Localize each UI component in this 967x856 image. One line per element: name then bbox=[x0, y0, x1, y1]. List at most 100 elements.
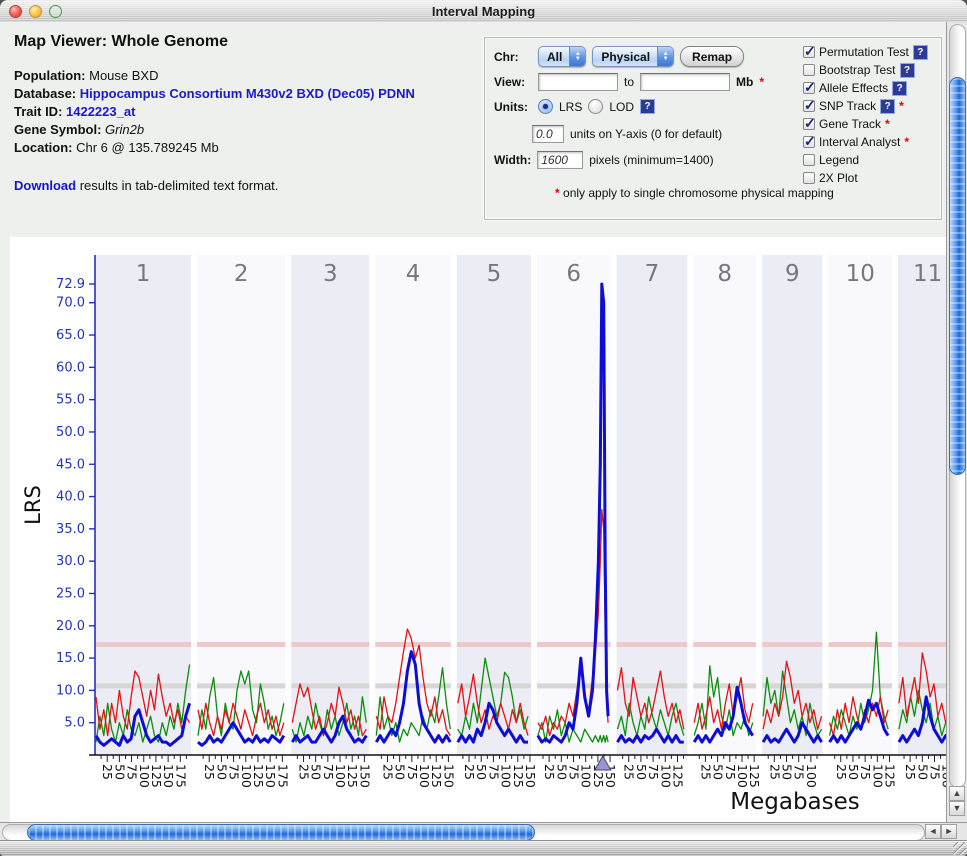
unchecked-checkbox-icon[interactable] bbox=[803, 64, 815, 76]
checkbox-snp-track[interactable]: SNP Track? * bbox=[803, 97, 928, 115]
remap-button[interactable]: Remap bbox=[680, 46, 744, 67]
units-label: Units: bbox=[494, 100, 532, 114]
view-from-input[interactable] bbox=[538, 73, 618, 91]
units-radio-lod[interactable] bbox=[588, 99, 603, 114]
x-axis-tick-label: 100 bbox=[804, 764, 819, 788]
yaxis-units-input[interactable] bbox=[532, 125, 564, 143]
chromosome-number: 6 bbox=[566, 261, 581, 287]
checkbox-label: SNP Track bbox=[819, 99, 876, 113]
width-input[interactable] bbox=[537, 151, 583, 169]
single-chr-star: * bbox=[899, 99, 904, 113]
header-fields: Population: Mouse BXDDatabase: Hippocamp… bbox=[14, 67, 474, 157]
unchecked-checkbox-icon[interactable] bbox=[803, 172, 815, 184]
checkbox-permutation-test[interactable]: Permutation Test? bbox=[803, 43, 928, 61]
single-chr-star: * bbox=[885, 117, 890, 131]
scroll-down-arrow-icon[interactable]: ▼ bbox=[949, 801, 965, 816]
chromosome-band bbox=[197, 255, 285, 755]
y-axis-tick-label: 55.0 bbox=[56, 393, 85, 408]
title-bar[interactable]: Interval Mapping bbox=[0, 0, 967, 23]
close-button-icon[interactable] bbox=[9, 5, 22, 18]
checkbox-label: Gene Track bbox=[819, 117, 881, 131]
mapping-select[interactable]: Physical ▲▼ bbox=[592, 46, 674, 67]
chromosome-number: 9 bbox=[785, 261, 800, 287]
checkbox-bootstrap-test[interactable]: Bootstrap Test? bbox=[803, 61, 928, 79]
download-rest: results in tab-delimited text format. bbox=[76, 178, 278, 193]
chromosome-number: 5 bbox=[487, 261, 502, 287]
suggestive-threshold-band bbox=[829, 683, 892, 688]
suggestive-threshold-band bbox=[537, 683, 611, 688]
vertical-scrollbar-thumb[interactable] bbox=[949, 77, 966, 475]
significant-threshold-band bbox=[457, 642, 531, 647]
chromosome-band bbox=[457, 255, 531, 755]
help-icon[interactable]: ? bbox=[880, 99, 895, 114]
checked-checkbox-icon[interactable] bbox=[803, 136, 815, 148]
chromosome-band bbox=[375, 255, 451, 755]
chromosome-band bbox=[829, 255, 892, 755]
checkbox-2x-plot[interactable]: 2X Plot bbox=[803, 169, 928, 187]
resize-grip[interactable] bbox=[953, 842, 966, 855]
significant-threshold-band bbox=[617, 642, 688, 647]
header-field-value: Chr 6 @ 135.789245 Mb bbox=[76, 140, 219, 155]
help-icon[interactable]: ? bbox=[640, 99, 655, 114]
header-field: Database: Hippocampus Consortium M430v2 … bbox=[14, 85, 474, 103]
checkbox-label: Interval Analyst bbox=[819, 135, 900, 149]
chromosome-band bbox=[898, 255, 946, 755]
header-field-value-link[interactable]: Hippocampus Consortium M430v2 BXD (Dec05… bbox=[80, 86, 415, 101]
yaxis-units-hint: units on Y-axis (0 for default) bbox=[570, 127, 722, 141]
scroll-up-arrow-icon[interactable]: ▲ bbox=[949, 786, 965, 801]
chr-select[interactable]: All ▲▼ bbox=[538, 46, 586, 67]
view-to-input[interactable] bbox=[640, 73, 730, 91]
header-field: Location: Chr 6 @ 135.789245 Mb bbox=[14, 139, 474, 157]
unchecked-checkbox-icon[interactable] bbox=[803, 154, 815, 166]
window-title: Interval Mapping bbox=[0, 4, 967, 19]
checkbox-allele-effects[interactable]: Allele Effects? bbox=[803, 79, 928, 97]
vertical-scrollbar[interactable]: ▲ ▼ bbox=[946, 22, 967, 822]
app-window: Interval Mapping Map Viewer: Whole Genom… bbox=[0, 0, 967, 856]
header-field-label: Location: bbox=[14, 140, 76, 155]
chromosome-number: 11 bbox=[913, 261, 942, 287]
y-axis-tick-label: 65.0 bbox=[56, 328, 85, 343]
checkbox-gene-track[interactable]: Gene Track * bbox=[803, 115, 928, 133]
chromosome-number: 3 bbox=[323, 261, 338, 287]
minimize-button-icon[interactable] bbox=[29, 5, 42, 18]
vertical-scrollbar-track[interactable] bbox=[949, 24, 966, 788]
units-radio-lrs[interactable] bbox=[538, 99, 553, 114]
trait-location-marker-icon bbox=[595, 756, 611, 770]
checked-checkbox-icon[interactable] bbox=[803, 100, 815, 112]
horizontal-scrollbar[interactable]: ◄ ► bbox=[0, 822, 967, 840]
chromosome-number: 8 bbox=[717, 261, 732, 287]
significant-threshold-band bbox=[693, 642, 756, 647]
checked-checkbox-icon[interactable] bbox=[803, 46, 815, 58]
zoom-button-icon[interactable] bbox=[49, 5, 62, 18]
scroll-left-arrow-icon[interactable]: ◄ bbox=[925, 824, 941, 839]
checkbox-interval-analyst[interactable]: Interval Analyst * bbox=[803, 133, 928, 151]
genome-chart: 1255075100125150175225507510012515017532… bbox=[10, 237, 946, 822]
help-icon[interactable]: ? bbox=[892, 81, 907, 96]
download-link[interactable]: Download bbox=[14, 178, 76, 193]
checked-checkbox-icon[interactable] bbox=[803, 118, 815, 130]
scroll-right-arrow-icon[interactable]: ► bbox=[941, 824, 957, 839]
header-field: Trait ID: 1422223_at bbox=[14, 103, 474, 121]
header-field-value-link[interactable]: 1422223_at bbox=[66, 104, 135, 119]
help-icon[interactable]: ? bbox=[913, 45, 928, 60]
checked-checkbox-icon[interactable] bbox=[803, 82, 815, 94]
header-field: Gene Symbol: Grin2b bbox=[14, 121, 474, 139]
mapping-select-value: Physical bbox=[593, 47, 657, 66]
y-axis-title: LRS bbox=[21, 485, 45, 525]
significant-threshold-band bbox=[829, 642, 892, 647]
checkbox-legend[interactable]: Legend bbox=[803, 151, 928, 169]
chevron-up-down-icon: ▲▼ bbox=[569, 47, 585, 66]
chromosome-band bbox=[617, 255, 688, 755]
header-field-value: Grin2b bbox=[105, 122, 144, 137]
horizontal-scrollbar-track[interactable] bbox=[2, 824, 925, 841]
y-axis-tick-label: 5.0 bbox=[64, 716, 85, 731]
header-block: Map Viewer: Whole Genome Population: Mou… bbox=[14, 33, 474, 193]
suggestive-threshold-band bbox=[197, 683, 285, 688]
chromosome-band bbox=[762, 255, 822, 755]
help-icon[interactable]: ? bbox=[900, 63, 915, 78]
single-chr-star: * bbox=[904, 135, 909, 149]
to-label: to bbox=[624, 75, 634, 89]
horizontal-scrollbar-thumb[interactable] bbox=[27, 824, 535, 841]
units-radio-lod-label: LOD bbox=[609, 100, 634, 114]
checkbox-label: 2X Plot bbox=[819, 171, 858, 185]
